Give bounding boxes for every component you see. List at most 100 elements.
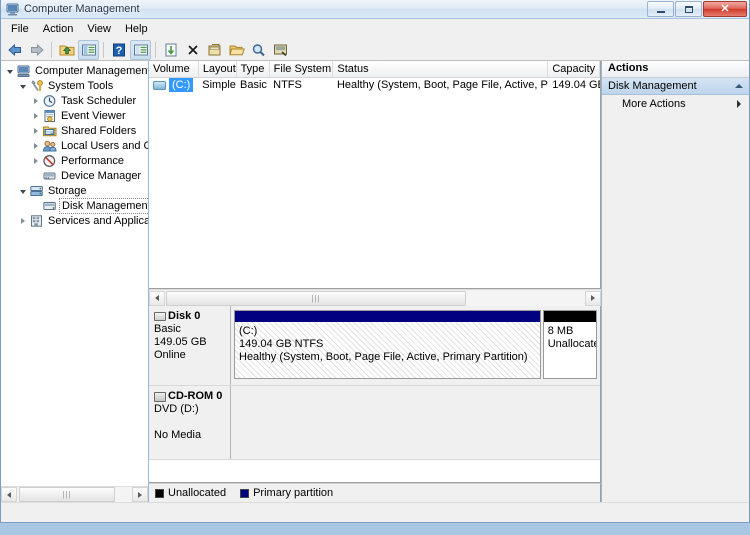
tree-node-label: Disk Management — [59, 197, 148, 214]
column-header-capacity[interactable]: Capacity — [548, 61, 600, 77]
tree-node-computer-management-local[interactable]: Computer Management (Local — [1, 63, 148, 78]
volume-scroll-right-button[interactable] — [585, 290, 601, 306]
tree-node-shared-folders[interactable]: Shared Folders — [1, 123, 148, 138]
forward-icon[interactable] — [26, 40, 47, 60]
tree-horizontal-scrollbar[interactable]: ||| — [1, 486, 148, 502]
expander-closed-icon[interactable] — [29, 109, 42, 122]
tree-node-device-manager[interactable]: Device Manager — [1, 168, 148, 183]
disk-info-panel[interactable]: CD-ROM 0 DVD (D:) No Media — [149, 386, 231, 459]
disk-partitions: (C:) 149.04 GB NTFS Healthy (System, Boot,… — [231, 306, 600, 385]
partition-body: (C:) 149.04 GB NTFS Healthy (System, Boot,… — [235, 322, 540, 378]
show-hide-tree-icon[interactable] — [78, 39, 99, 60]
expander-closed-icon[interactable] — [29, 124, 42, 137]
c-partition[interactable]: (C:) 149.04 GB NTFS Healthy (System, Boot,… — [234, 310, 541, 379]
partition-body: 8 MBUnallocated — [543, 322, 596, 378]
disk-info-line: 149.05 GB — [154, 336, 207, 348]
volume-scroll-track[interactable]: ||| — [165, 290, 585, 306]
expander-none — [29, 169, 42, 182]
open-folder-icon[interactable] — [226, 40, 247, 60]
partition-status: Unallocated — [547, 338, 596, 350]
menu-file[interactable]: File — [4, 21, 36, 37]
column-header-status[interactable]: Status — [333, 61, 549, 77]
cd-rom-icon — [154, 391, 166, 402]
properties-icon[interactable] — [160, 40, 181, 60]
tree-scroll-thumb[interactable]: ||| — [19, 487, 115, 502]
status-bar — [1, 502, 749, 522]
expander-closed-icon[interactable] — [29, 139, 42, 152]
disk-name: CD-ROM 0 — [168, 390, 223, 402]
tree-node-performance[interactable]: Performance — [1, 153, 148, 168]
tree-node-label: Storage — [48, 184, 87, 197]
volume-cell-type: Basic — [240, 79, 267, 91]
expander-open-icon[interactable] — [3, 64, 16, 77]
disk-row-disk-0: Disk 0 Basic 149.05 GB Online (C:) 149.04 GB … — [149, 306, 600, 386]
actions-header: Actions — [602, 61, 749, 78]
minimize-button[interactable] — [647, 1, 674, 17]
disk-legend: Unallocated Primary partition — [149, 483, 601, 502]
disk-info-line: No Media — [154, 429, 202, 441]
tree-node-storage[interactable]: Storage — [1, 183, 148, 198]
menu-view[interactable]: View — [80, 21, 118, 37]
back-icon[interactable] — [4, 40, 25, 60]
expander-open-icon[interactable] — [16, 79, 29, 92]
panel-properties-icon[interactable] — [204, 40, 225, 60]
chevron-up-icon[interactable] — [735, 84, 743, 88]
window-controls: ✕ — [647, 1, 747, 17]
maximize-button[interactable] — [675, 1, 702, 17]
toolbar-separator — [51, 41, 52, 58]
tree-scroll-right-button[interactable] — [132, 487, 148, 502]
disk-info-line — [154, 416, 226, 429]
volume-list-horizontal-scrollbar[interactable]: ||| — [149, 289, 601, 306]
tree-node-local-users-and-groups[interactable]: Local Users and Groups — [1, 138, 148, 153]
rescan-disks-icon[interactable] — [270, 40, 291, 60]
tree-scroll-track[interactable]: ||| — [17, 487, 132, 502]
expander-open-icon[interactable] — [16, 184, 29, 197]
tree-node-label: Performance — [61, 154, 124, 167]
volume-list: Volume Layout Type File System Status Capacit… — [149, 61, 601, 289]
partition-label: (C:) — [239, 325, 258, 337]
expander-closed-icon[interactable] — [16, 214, 29, 227]
volume-name: (C:) — [169, 78, 194, 92]
action-more-actions[interactable]: More Actions — [602, 95, 749, 113]
expander-closed-icon[interactable] — [29, 94, 42, 107]
tree-node-label: System Tools — [48, 79, 114, 92]
delete-icon[interactable] — [182, 40, 203, 60]
tree-node-system-tools[interactable]: System Tools — [1, 78, 148, 93]
export-list-icon[interactable] — [130, 39, 151, 60]
expander-closed-icon[interactable] — [29, 154, 42, 167]
toolbar-separator-2 — [103, 41, 104, 58]
actions-group-disk-management[interactable]: Disk Management — [602, 78, 749, 95]
tree-node-label: Computer Management (Local — [35, 64, 148, 77]
unallocated-partition[interactable]: 8 MBUnallocated — [542, 310, 597, 379]
volume-scroll-left-button[interactable] — [149, 290, 165, 306]
menu-bar: File Action View Help — [1, 19, 749, 39]
disk-info-panel[interactable]: Disk 0 Basic 149.05 GB Online — [149, 306, 231, 385]
disk-partitions — [231, 386, 600, 459]
partition-color-bar — [235, 311, 540, 322]
menu-action[interactable]: Action — [36, 21, 81, 37]
actions-pane: Actions Disk Management More Actions — [602, 61, 749, 502]
tree-node-disk-management[interactable]: Disk Management — [1, 197, 148, 214]
column-header-layout[interactable]: Layout — [198, 61, 237, 77]
volume-drive-icon — [153, 80, 166, 90]
help-icon[interactable]: ? — [108, 40, 129, 60]
volume-scroll-thumb[interactable]: ||| — [166, 290, 466, 306]
main-split: Computer Management (Local System Tools Ta… — [1, 61, 749, 502]
tree-node-task-scheduler[interactable]: Task Scheduler — [1, 93, 148, 108]
close-button[interactable]: ✕ — [703, 1, 747, 17]
graphical-disk-view: Disk 0 Basic 149.05 GB Online (C:) 149.04 GB … — [149, 306, 601, 483]
tree-scroll-left-button[interactable] — [1, 487, 17, 502]
column-header-volume[interactable]: Volume — [149, 61, 199, 77]
volume-row[interactable]: (C:) Simple Basic NTFS Healthy (System, Boot… — [149, 78, 600, 92]
up-folder-icon[interactable] — [56, 40, 77, 60]
partition-status: Healthy (System, Boot, Page File, Active… — [239, 351, 528, 363]
tree-node-event-viewer[interactable]: Event Viewer — [1, 108, 148, 123]
tree-node-services-and-applications[interactable]: Services and Applications — [1, 213, 148, 228]
search-icon[interactable] — [248, 40, 269, 60]
column-header-type[interactable]: Type — [236, 61, 270, 77]
tree-node-label: Services and Applications — [48, 214, 148, 227]
menu-help[interactable]: Help — [118, 21, 155, 37]
column-header-file-system[interactable]: File System — [269, 61, 334, 77]
actions-group-label: Disk Management — [608, 80, 697, 92]
title-bar[interactable]: Computer Management ✕ — [1, 0, 749, 19]
